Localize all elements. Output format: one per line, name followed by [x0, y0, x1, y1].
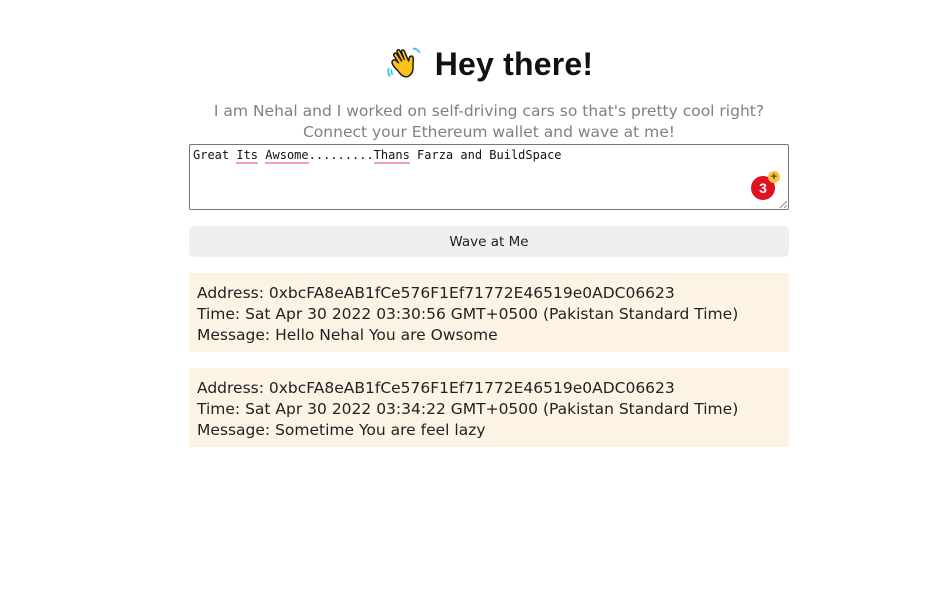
main-container: Hey there! I am Nehal and I worked on se…	[189, 0, 789, 463]
wave-message: Message: Sometime You are feel lazy	[197, 421, 486, 439]
spell-error-word: Its	[236, 148, 259, 164]
wave-address: Address: 0xbcFA8eAB1fCe576F1Ef71772E4651…	[197, 284, 675, 302]
wave-card: Address: 0xbcFA8eAB1fCe576F1Ef71772E4651…	[189, 273, 789, 352]
wave-time: Time: Sat Apr 30 2022 03:30:56 GMT+0500 …	[197, 305, 739, 323]
message-input-value: Great Its Awsome.........Thans Farza and…	[193, 148, 562, 164]
message-input[interactable]: Great Its Awsome.........Thans Farza and…	[189, 144, 789, 210]
grammar-check-badge[interactable]: 3 +	[751, 171, 780, 200]
spell-error-word: Awsome	[265, 148, 309, 164]
resize-handle-icon[interactable]	[779, 200, 787, 208]
wave-message: Message: Hello Nehal You are Owsome	[197, 326, 498, 344]
wave-list: Address: 0xbcFA8eAB1fCe576F1Ef71772E4651…	[189, 273, 789, 447]
page: Hey there! I am Nehal and I worked on se…	[0, 0, 929, 591]
page-title: Hey there!	[434, 46, 594, 82]
header: Hey there!	[189, 44, 789, 84]
wave-address: Address: 0xbcFA8eAB1fCe576F1Ef71772E4651…	[197, 379, 675, 397]
bio-text: I am Nehal and I worked on self-driving …	[213, 102, 765, 141]
plus-icon: +	[768, 171, 780, 183]
wave-time: Time: Sat Apr 30 2022 03:34:22 GMT+0500 …	[197, 400, 739, 418]
wave-button[interactable]: Wave at Me	[189, 226, 789, 257]
spell-error-word: Thans	[373, 148, 410, 164]
wave-card: Address: 0xbcFA8eAB1fCe576F1Ef71772E4651…	[189, 368, 789, 447]
grammar-badge-count: 3	[759, 180, 767, 196]
waving-hand-icon	[387, 47, 421, 78]
